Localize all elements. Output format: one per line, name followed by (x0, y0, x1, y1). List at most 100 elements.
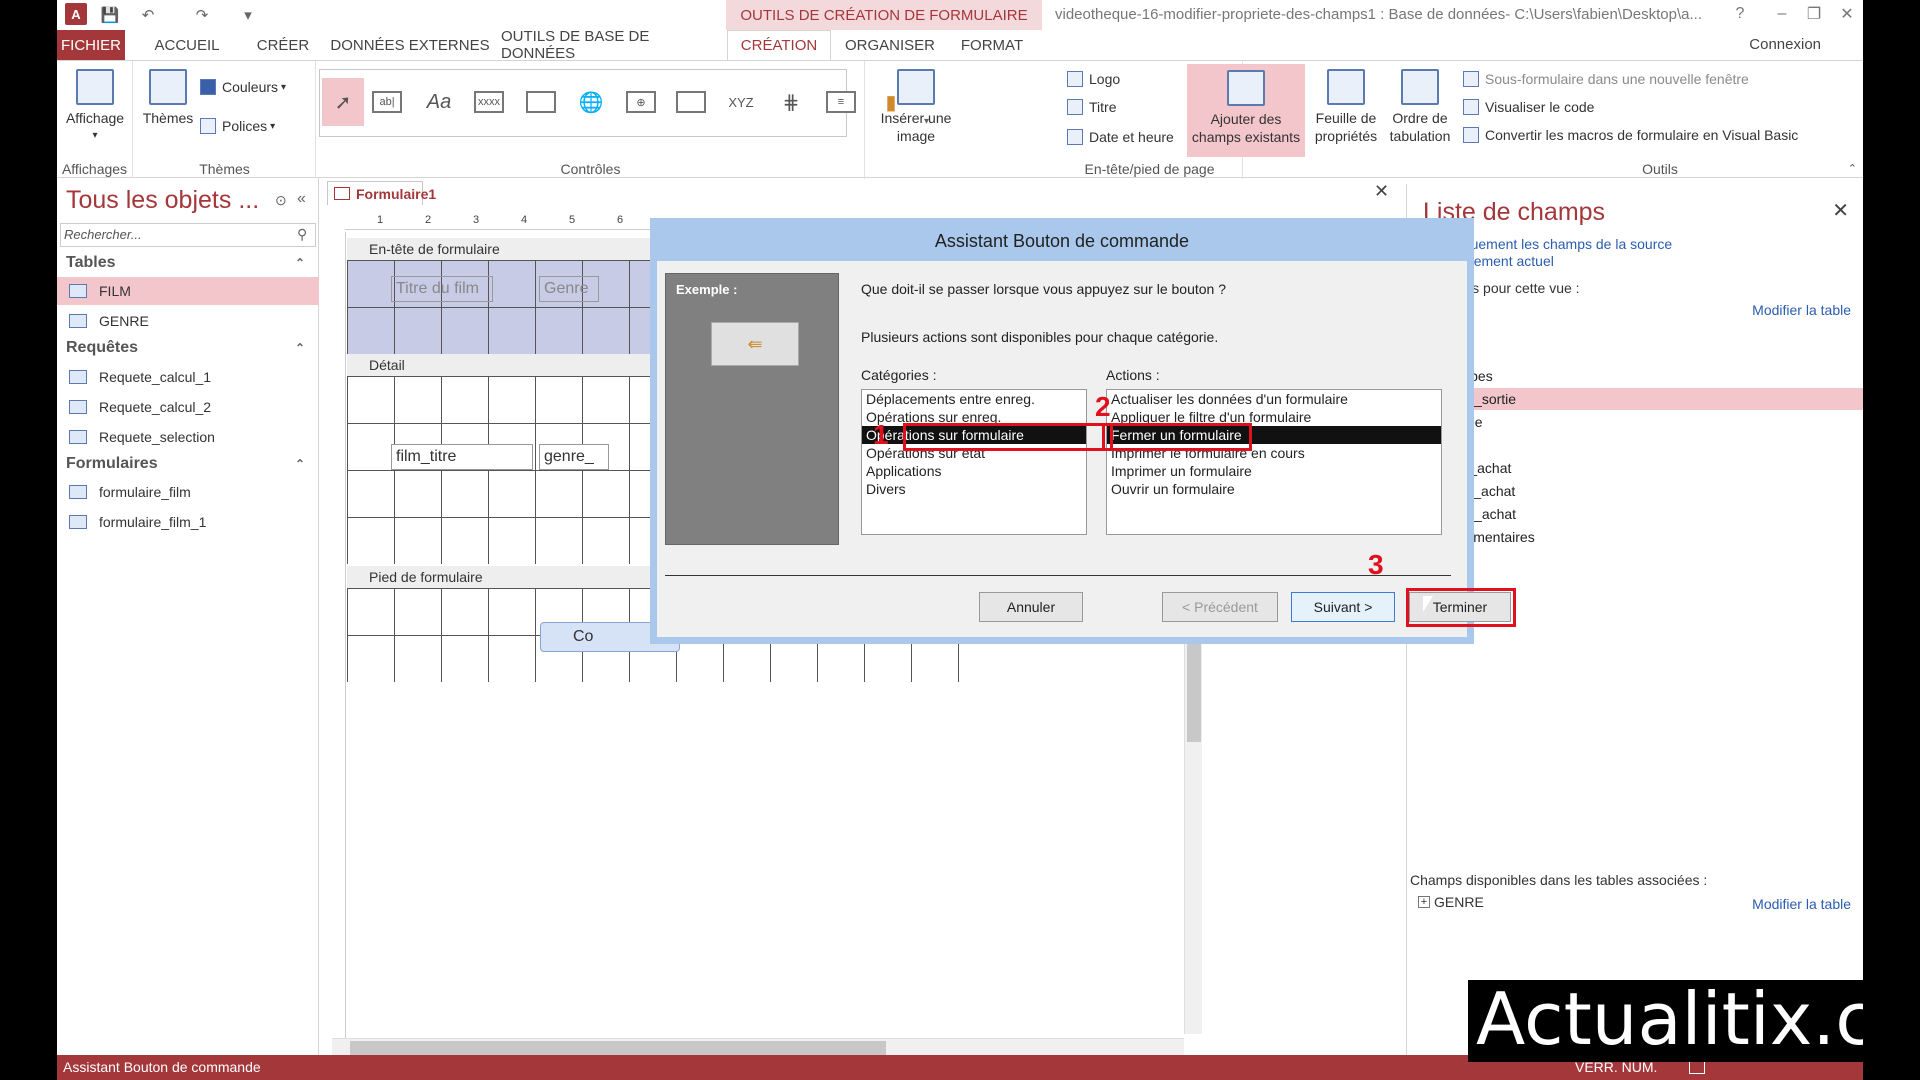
action-option[interactable]: Ouvrir un formulaire (1107, 480, 1441, 498)
colors-button[interactable]: Couleurs ▾ (200, 79, 286, 95)
page-break-control-icon[interactable]: ⋕ (770, 78, 812, 126)
hyperlink-control-icon[interactable]: 🌐 (570, 78, 612, 126)
tab-order-icon (1401, 69, 1439, 105)
themes-button[interactable]: Thèmes (140, 69, 196, 127)
option-group-control-icon[interactable]: XYZ (720, 78, 762, 126)
nav-item-form[interactable]: formulaire_film (57, 478, 319, 506)
nav-search-input[interactable]: Rechercher... (60, 223, 316, 247)
nav-item-query[interactable]: Requete_calcul_1 (57, 363, 319, 391)
field-list-item[interactable]: _date_achat (1407, 503, 1863, 525)
category-option[interactable]: Applications (862, 462, 1086, 480)
close-window-icon[interactable]: ✕ (1834, 3, 1860, 25)
title-button[interactable]: Titre (1067, 99, 1116, 115)
navigation-control-icon[interactable] (670, 78, 712, 126)
field-list-item[interactable]: re_types (1407, 365, 1863, 387)
combo-box-control-icon[interactable]: ≡ (820, 78, 862, 126)
label-control-icon[interactable]: Aa (418, 78, 460, 126)
view-code-button[interactable]: Visualiser le code (1463, 99, 1594, 115)
view-button[interactable]: Affichage ▾ (60, 69, 130, 145)
designer-horizontal-scrollbar[interactable] (332, 1038, 1184, 1056)
tab-control-icon[interactable] (520, 78, 562, 126)
redo-icon[interactable]: ↷ (191, 4, 213, 26)
field-list-item[interactable]: _note (1407, 434, 1863, 456)
field-genre[interactable]: genre_ (539, 444, 609, 470)
fonts-button[interactable]: Polices ▾ (200, 118, 275, 134)
previous-button[interactable]: < Précédent (1162, 592, 1278, 622)
help-icon[interactable]: ? (1727, 3, 1753, 25)
label-title[interactable]: Titre du film (391, 276, 493, 302)
category-option[interactable]: Divers (862, 480, 1086, 498)
document-tab-form1[interactable]: Formulaire1 (327, 181, 436, 205)
insert-image-button[interactable]: Insérer une image (873, 69, 959, 145)
tab-database-tools[interactable]: OUTILS DE BASE DE DONNÉES (501, 28, 721, 62)
detail-grid (347, 376, 677, 564)
web-browser-control-icon[interactable]: ⊕ (620, 78, 662, 126)
field-list-item[interactable]: _titre (1407, 342, 1863, 364)
access-window: A 💾 ↶ ↷ ▾ OUTILS DE CRÉATION DE FORMULAI… (57, 0, 1863, 1080)
nav-pane-title[interactable]: Tous les objets ... (66, 186, 259, 215)
sign-in-link[interactable]: Connexion (1749, 36, 1821, 53)
field-list-item[interactable]: _duree (1407, 411, 1863, 433)
property-sheet-button[interactable]: Feuille de propriétés (1307, 69, 1385, 145)
related-table-genre[interactable]: GENRE (1434, 894, 1484, 910)
logo-icon (1067, 71, 1083, 87)
subform-new-window-button[interactable]: Sous-formulaire dans une nouvelle fenêtr… (1463, 71, 1749, 87)
tab-design[interactable]: CRÉATION (727, 30, 831, 60)
tab-arrange[interactable]: ORGANISER (837, 30, 943, 60)
chevron-up-icon: ⌃ (294, 457, 305, 471)
collapse-pane-icon[interactable]: « (297, 190, 306, 208)
nav-item-query[interactable]: Requete_calcul_2 (57, 393, 319, 421)
expand-icon[interactable]: + (1418, 896, 1430, 908)
action-option[interactable]: Imprimer un formulaire (1107, 462, 1441, 480)
field-list-item[interactable]: _prix_achat (1407, 457, 1863, 479)
textbox-control-icon[interactable]: ab| (366, 78, 408, 126)
actions-list[interactable]: Actualiser les données d'un formulaire A… (1106, 389, 1442, 535)
tab-create[interactable]: CRÉER (243, 30, 323, 60)
convert-macros-button[interactable]: Convertir les macros de formulaire en Vi… (1463, 127, 1798, 143)
minimize-icon[interactable]: – (1769, 3, 1795, 25)
field-list-item-selected[interactable]: _date_sortie (1407, 388, 1863, 410)
modify-table-link-2[interactable]: Modifier la table (1752, 896, 1851, 912)
tab-home[interactable]: ACCUEIL (139, 30, 235, 60)
nav-item-table[interactable]: FILM (57, 277, 319, 305)
nav-item-query[interactable]: Requete_selection (57, 423, 319, 451)
close-field-list-icon[interactable]: ✕ (1832, 198, 1849, 223)
design-view-icon[interactable] (1689, 1060, 1705, 1074)
ruler-mark: 5 (569, 214, 576, 226)
access-logo-icon: A (65, 3, 87, 25)
label-genre[interactable]: Genre (539, 276, 599, 302)
nav-item-form[interactable]: formulaire_film_1 (57, 508, 319, 536)
field-list-item[interactable]: _commentaires (1407, 526, 1863, 548)
nav-section-forms[interactable]: Formulaires ⌃ (57, 451, 319, 477)
select-pointer-icon[interactable]: ➚ (322, 78, 364, 126)
field-film-titre[interactable]: film_titre (391, 444, 533, 470)
nav-section-queries[interactable]: Requêtes ⌃ (57, 335, 319, 361)
tab-external-data[interactable]: DONNÉES EXTERNES (325, 30, 495, 60)
tab-order-button[interactable]: Ordre de tabulation (1383, 69, 1457, 145)
tab-file[interactable]: FICHIER (57, 30, 125, 60)
cancel-button[interactable]: Annuler (979, 592, 1083, 622)
undo-icon[interactable]: ↶ (137, 4, 159, 26)
close-document-icon[interactable]: ✕ (1374, 181, 1389, 202)
restore-icon[interactable]: ❐ (1801, 3, 1827, 25)
nav-dropdown-icon[interactable]: ⊙ (275, 192, 287, 209)
scrollbar-thumb[interactable] (350, 1041, 886, 1055)
add-existing-fields-button[interactable]: Ajouter des champs existants (1187, 64, 1305, 157)
nav-item-table[interactable]: GENRE (57, 307, 319, 335)
categories-list[interactable]: Déplacements entre enreg. Opérations sur… (861, 389, 1087, 535)
action-option[interactable]: Actualiser les données d'un formulaire (1107, 390, 1441, 408)
scrollbar-thumb[interactable] (1187, 642, 1201, 742)
search-icon[interactable]: ⚲ (297, 226, 307, 243)
logo-button[interactable]: Logo (1067, 71, 1120, 87)
modify-table-link[interactable]: Modifier la table (1752, 302, 1851, 318)
nav-section-tables[interactable]: Tables ⌃ (57, 250, 319, 276)
save-icon[interactable]: 💾 (99, 4, 121, 26)
tab-format[interactable]: FORMAT (947, 30, 1037, 60)
field-list-item[interactable]: _type_achat (1407, 480, 1863, 502)
next-button[interactable]: Suivant > (1291, 592, 1395, 622)
category-option[interactable]: Déplacements entre enreg. (862, 390, 1086, 408)
button-control-icon[interactable]: xxxx (468, 78, 510, 126)
date-time-button[interactable]: Date et heure (1067, 129, 1174, 145)
customize-toolbar-icon[interactable]: ▾ (237, 4, 259, 26)
collapse-ribbon-icon[interactable]: ⌃ (1848, 162, 1857, 175)
